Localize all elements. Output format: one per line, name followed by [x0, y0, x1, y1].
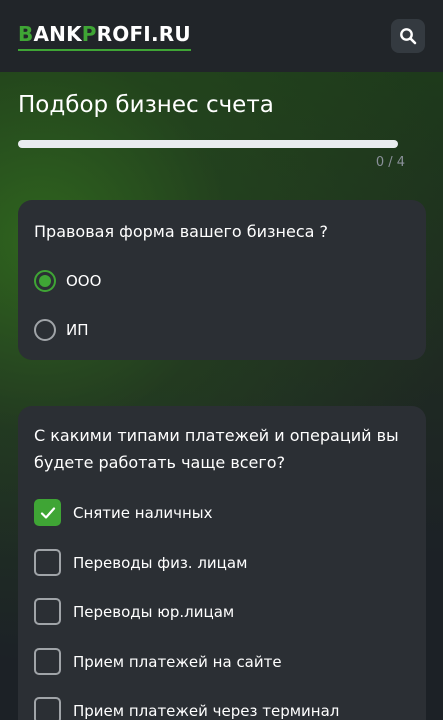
checkbox-option-terminal-payments[interactable]: Прием платежей через терминал	[34, 697, 339, 720]
checkbox[interactable]	[34, 598, 61, 625]
checkbox-option-website-payments[interactable]: Прием платежей на сайте	[34, 648, 282, 675]
question-card-payment-types: С какими типами платежей и операций вы б…	[18, 406, 426, 720]
checkbox-option-transfers-individuals[interactable]: Переводы физ. лицам	[34, 549, 247, 576]
option-label: Переводы физ. лицам	[73, 553, 248, 572]
progress-counter: 0 / 4	[375, 155, 405, 170]
option-label: ИП	[66, 321, 89, 339]
search-icon	[400, 28, 417, 45]
bankprofi-logo[interactable]: BANKPROFI.RU	[18, 23, 191, 51]
option-label: Переводы юр.лицам	[73, 602, 235, 621]
checkmark-icon	[40, 506, 55, 519]
search-button[interactable]	[391, 19, 425, 53]
logo-text-rofi: ROFI.RU	[96, 22, 191, 46]
app-header: BANKPROFI.RU	[0, 0, 443, 72]
option-label: Снятие наличных	[73, 503, 213, 522]
logo-letter-b: B	[18, 22, 34, 46]
checkbox-checked[interactable]	[34, 499, 61, 526]
checkbox-option-cash-withdrawal[interactable]: Снятие наличных	[34, 499, 213, 526]
option-label: ООО	[66, 272, 102, 290]
question-text: Правовая форма вашего бизнеса ?	[34, 222, 328, 241]
radio-button[interactable]	[34, 319, 56, 341]
checkbox[interactable]	[34, 648, 61, 675]
progress-bar	[18, 140, 398, 148]
question-card-legal-form: Правовая форма вашего бизнеса ? ООО ИП	[18, 200, 426, 360]
question-text: С какими типами платежей и операций вы б…	[34, 426, 399, 472]
logo-letter-p: P	[81, 22, 97, 46]
logo-text-ank: ANK	[33, 22, 82, 46]
checkbox-option-transfers-legal[interactable]: Переводы юр.лицам	[34, 598, 234, 625]
checkbox[interactable]	[34, 697, 61, 720]
radio-button-selected[interactable]	[34, 270, 56, 292]
radio-option-ooo[interactable]: ООО	[34, 270, 101, 292]
radio-option-ip[interactable]: ИП	[34, 319, 89, 341]
checkbox[interactable]	[34, 549, 61, 576]
option-label: Прием платежей через терминал	[73, 701, 340, 720]
option-label: Прием платежей на сайте	[73, 652, 282, 671]
page-title: Подбор бизнес счета	[18, 92, 274, 118]
